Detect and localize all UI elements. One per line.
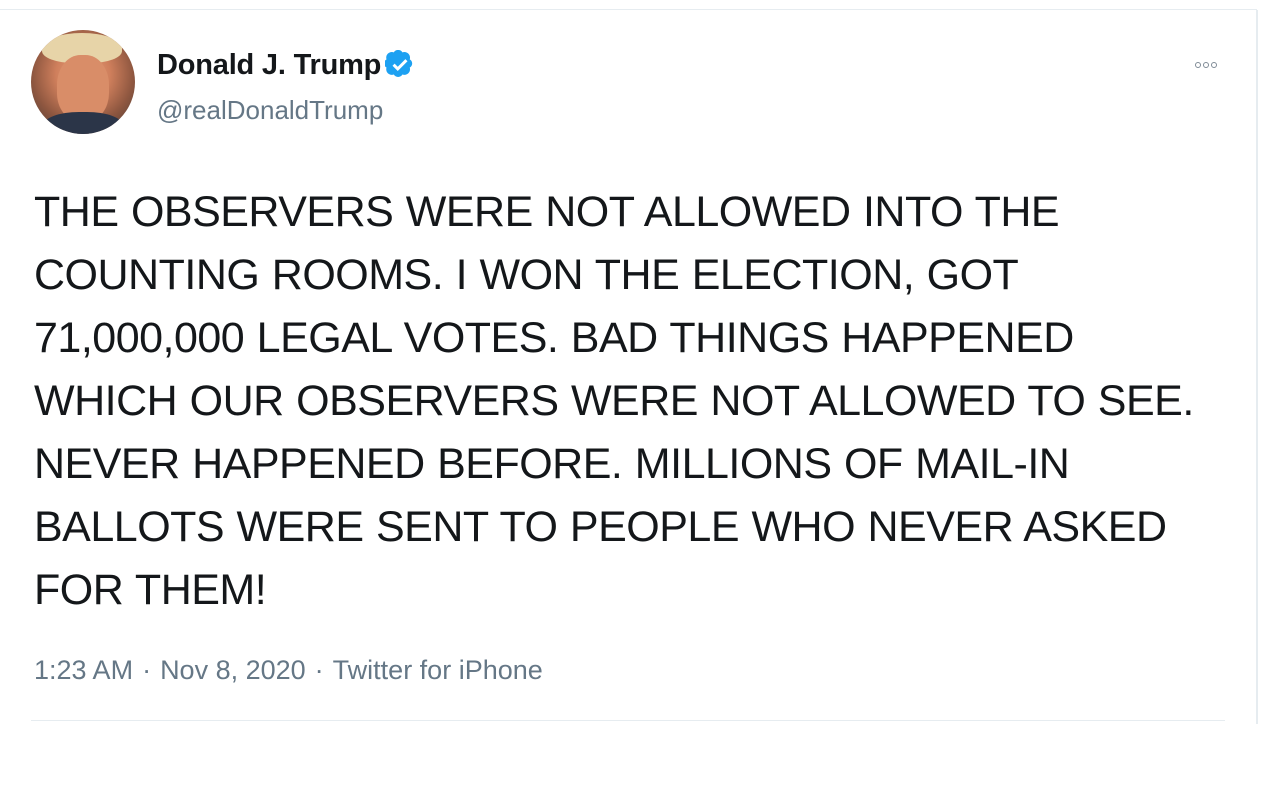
more-options-button[interactable] (1184, 56, 1228, 74)
tweet-source[interactable]: Twitter for iPhone (333, 655, 543, 686)
verified-badge-icon (385, 50, 413, 77)
tweet-card: Donald J. Trump @realDonaldTrump THE OBS… (0, 10, 1258, 724)
more-options-icon (1211, 62, 1217, 68)
tweet-date[interactable]: Nov 8, 2020 (160, 655, 306, 686)
tweet-text: THE OBSERVERS WERE NOT ALLOWED INTO THE … (34, 188, 1194, 614)
tweet-metadata: 1:23 AM · Nov 8, 2020 · Twitter for iPho… (34, 652, 543, 688)
avatar[interactable] (31, 30, 135, 134)
metadata-separator: · (314, 654, 324, 685)
more-options-icon (1195, 62, 1201, 68)
author-display-name[interactable]: Donald J. Trump (157, 49, 381, 82)
metadata-separator: · (142, 654, 152, 685)
tweet-divider (31, 720, 1225, 721)
tweet-time[interactable]: 1:23 AM (34, 655, 133, 686)
more-options-icon (1203, 62, 1209, 68)
author-name-row: Donald J. Trump (157, 48, 415, 82)
avatar-suit (43, 112, 123, 134)
author-handle[interactable]: @realDonaldTrump (157, 95, 383, 126)
